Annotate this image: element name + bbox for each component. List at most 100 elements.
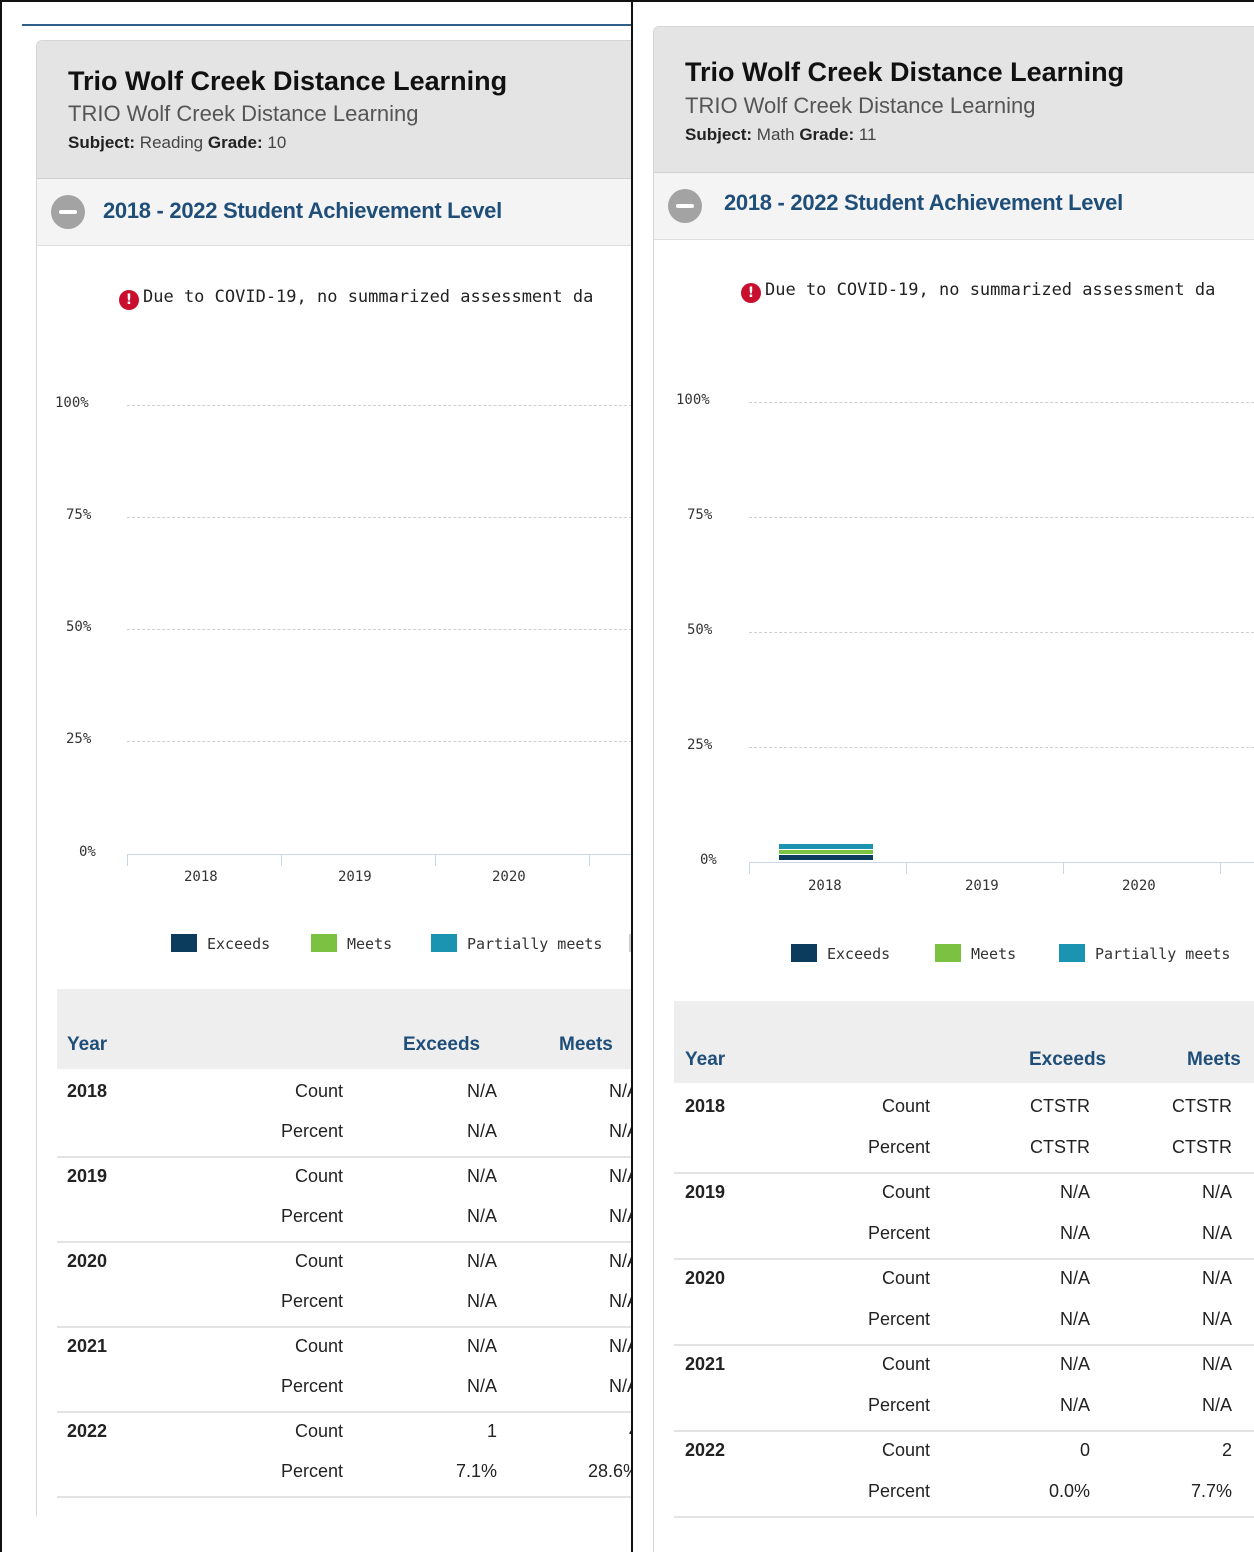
row-year: 2019 <box>67 1166 108 1186</box>
cell-exceeds-percent: N/A <box>466 1121 497 1141</box>
table-header: Year Exceeds Meets <box>674 1001 1254 1083</box>
gridline <box>749 747 1254 748</box>
legend-meets[interactable]: Meets <box>311 934 392 953</box>
x-axis-line <box>749 862 1254 863</box>
row-divider <box>674 1258 1254 1260</box>
grade-label: Grade: <box>799 125 855 144</box>
cell-exceeds-percent: 0.0% <box>1048 1481 1090 1501</box>
cell-exceeds-count: N/A <box>1059 1182 1090 1202</box>
cell-exceeds-percent: N/A <box>466 1206 497 1226</box>
cell-exceeds-count: N/A <box>466 1336 497 1356</box>
cell-exceeds-count: N/A <box>466 1251 497 1271</box>
y-tick-0: 0% <box>79 844 96 860</box>
row-divider <box>57 1496 631 1498</box>
bar-partially-meets-2018[interactable] <box>779 844 873 849</box>
legend-label: Partially meets <box>467 935 603 953</box>
row-divider <box>57 1156 631 1158</box>
covid-notice-text: Due to COVID-19, no summarized assessmen… <box>143 287 594 307</box>
th-year: Year <box>67 1034 108 1055</box>
row-year: 2022 <box>685 1440 726 1460</box>
row-count-label: Count <box>294 1081 343 1101</box>
row-divider <box>674 1430 1254 1432</box>
achievement-section-bar[interactable]: 2018 - 2022 Student Achievement Level <box>37 179 631 246</box>
cell-meets-percent: N/A <box>608 1206 631 1226</box>
cell-exceeds-count: 1 <box>486 1421 497 1441</box>
cell-meets-percent: N/A <box>608 1376 631 1396</box>
y-tick-25: 25% <box>687 737 713 753</box>
th-meets: Meets <box>559 1034 613 1055</box>
cell-exceeds-count: 0 <box>1079 1440 1090 1460</box>
section-title[interactable]: 2018 - 2022 Student Achievement Level <box>724 190 1123 216</box>
x-tick-mark <box>589 854 590 866</box>
row-year: 2019 <box>685 1182 726 1202</box>
row-count-label: Count <box>881 1096 930 1116</box>
gridline <box>127 741 631 742</box>
legend-exceeds[interactable]: Exceeds <box>791 944 890 963</box>
legend-partially-meets[interactable]: Partially meets <box>1059 944 1230 963</box>
row-divider <box>57 1326 631 1328</box>
row-percent-label: Percent <box>867 1481 930 1501</box>
cell-meets-percent: N/A <box>1201 1395 1232 1415</box>
cell-meets-percent: N/A <box>1201 1223 1232 1243</box>
gridline <box>127 629 631 630</box>
x-tick-mark <box>749 862 750 874</box>
achievement-section-bar[interactable]: 2018 - 2022 Student Achievement Level <box>654 173 1254 240</box>
row-percent-label: Percent <box>867 1137 930 1157</box>
warning-icon: ! <box>119 290 139 310</box>
grade-label: Grade: <box>207 133 263 152</box>
x-tick-mark <box>435 854 436 866</box>
row-percent-label: Percent <box>280 1461 343 1481</box>
row-count-label: Count <box>881 1354 930 1374</box>
th-meets: Meets <box>1187 1049 1241 1070</box>
row-year: 2021 <box>67 1336 108 1356</box>
legend-label: Meets <box>347 935 393 953</box>
collapse-minus-icon[interactable] <box>668 189 702 223</box>
cell-meets-count: N/A <box>1201 1182 1232 1202</box>
legend-swatch <box>935 944 961 962</box>
collapse-minus-icon[interactable] <box>51 195 85 229</box>
section-title[interactable]: 2018 - 2022 Student Achievement Level <box>103 198 502 224</box>
right-school-card: Trio Wolf Creek Distance Learning TRIO W… <box>653 26 1254 1552</box>
gridline <box>749 517 1254 518</box>
cell-meets-percent: N/A <box>1201 1309 1232 1329</box>
cell-exceeds-percent: N/A <box>466 1376 497 1396</box>
subject-value: Reading <box>139 133 204 152</box>
legend-swatch <box>311 934 337 952</box>
left-panel-frame: Trio Wolf Creek Distance Learning TRIO W… <box>0 0 633 1552</box>
legend-swatch <box>171 934 197 952</box>
legend-meets[interactable]: Meets <box>935 944 1016 963</box>
gridline <box>749 402 1254 403</box>
warning-icon: ! <box>741 283 761 303</box>
row-percent-label: Percent <box>280 1291 343 1311</box>
x-tick-2020: 2020 <box>1122 878 1156 894</box>
subject-label: Subject: <box>685 125 753 144</box>
left-school-card: Trio Wolf Creek Distance Learning TRIO W… <box>36 40 631 1516</box>
legend-partially-meets[interactable]: Partially meets <box>431 934 602 953</box>
right-viewport: Trio Wolf Creek Distance Learning TRIO W… <box>653 26 1254 1552</box>
x-tick-mark <box>1220 862 1221 874</box>
cell-meets-count: CTSTR <box>1172 1096 1232 1116</box>
row-count-label: Count <box>294 1336 343 1356</box>
row-divider <box>57 1241 631 1243</box>
row-year: 2018 <box>685 1096 726 1116</box>
x-tick-mark <box>127 854 128 866</box>
cell-meets-percent: N/A <box>608 1291 631 1311</box>
x-axis-line <box>127 854 631 855</box>
school-subtitle: TRIO Wolf Creek Distance Learning <box>68 101 419 126</box>
x-tick-2018: 2018 <box>808 878 842 894</box>
bar-exceeds-2018[interactable] <box>779 855 873 860</box>
cell-exceeds-count: N/A <box>1059 1268 1090 1288</box>
y-tick-75: 75% <box>687 507 713 523</box>
legend-swatch <box>431 934 457 952</box>
th-exceeds: Exceeds <box>1029 1049 1107 1070</box>
row-count-label: Count <box>294 1251 343 1271</box>
legend-exceeds[interactable]: Exceeds <box>171 934 270 953</box>
cell-exceeds-percent: 7.1% <box>455 1461 497 1481</box>
covid-notice: ! Due to COVID-19, no summarized assessme… <box>741 280 1215 303</box>
row-year: 2020 <box>67 1251 108 1271</box>
right-panel-frame: Trio Wolf Creek Distance Learning TRIO W… <box>633 0 1254 1552</box>
cell-meets-count: N/A <box>1201 1354 1232 1374</box>
bar-meets-2018[interactable] <box>779 849 873 855</box>
row-percent-label: Percent <box>867 1309 930 1329</box>
x-tick-mark <box>906 862 907 874</box>
